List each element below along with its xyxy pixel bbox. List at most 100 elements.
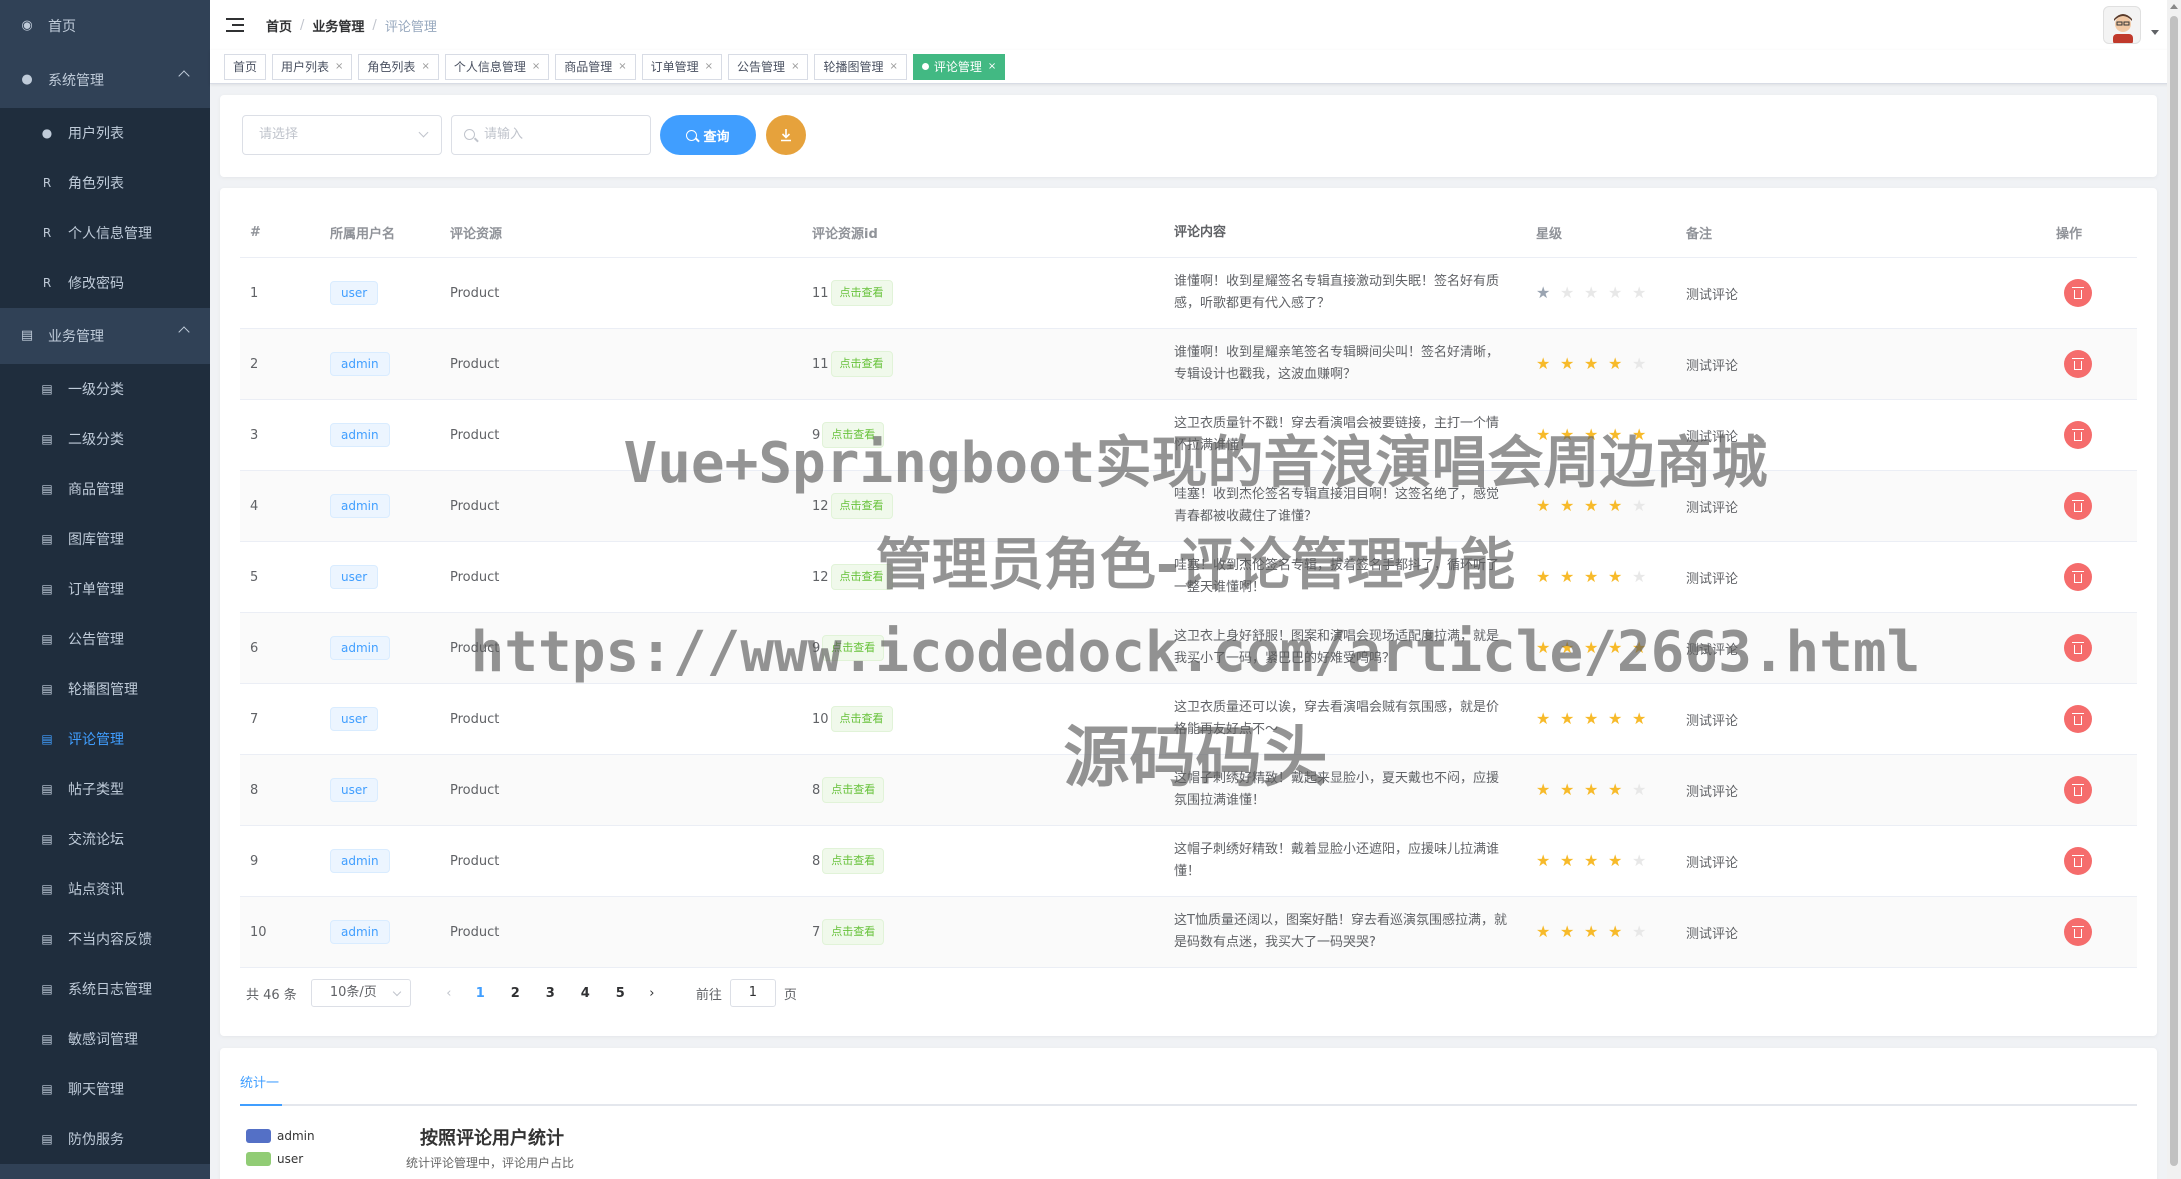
view-link[interactable]: 点击查看: [822, 919, 885, 945]
sidebar-item-business-13[interactable]: ▤ 敏感词管理: [0, 1014, 210, 1064]
page-number[interactable]: 5: [603, 986, 638, 1001]
sidebar-item-system-0[interactable]: ● 用户列表: [0, 108, 210, 158]
query-button[interactable]: 查询: [660, 115, 756, 155]
avatar[interactable]: [2103, 6, 2141, 44]
delete-button[interactable]: [2064, 563, 2092, 591]
page-scrollbar[interactable]: [2167, 0, 2181, 1179]
close-icon[interactable]: ×: [791, 55, 799, 79]
sidebar-item-business-7[interactable]: ▤ 评论管理: [0, 714, 210, 764]
sidebar-item-home[interactable]: ◉ 首页: [0, 0, 210, 52]
sidebar-item-business-8[interactable]: ▤ 帖子类型: [0, 764, 210, 814]
delete-button[interactable]: [2064, 421, 2092, 449]
sidebar-item-system-1[interactable]: R 角色列表: [0, 158, 210, 208]
view-link[interactable]: 点击查看: [830, 564, 893, 590]
close-icon[interactable]: ×: [889, 55, 897, 79]
hamburger-icon[interactable]: [226, 18, 244, 32]
sidebar-item-business-6[interactable]: ▤ 轮播图管理: [0, 664, 210, 714]
category-select[interactable]: 请选择: [242, 115, 442, 155]
close-icon[interactable]: ×: [532, 55, 540, 79]
scrollbar-thumb[interactable]: [2170, 16, 2178, 1166]
delete-button[interactable]: [2064, 776, 2092, 804]
sidebar-item-system-2[interactable]: R 个人信息管理: [0, 208, 210, 258]
close-icon[interactable]: ×: [421, 55, 429, 79]
sidebar-item-business-4[interactable]: ▤ 订单管理: [0, 564, 210, 614]
sidebar-item-system-3[interactable]: R 修改密码: [0, 258, 210, 308]
tab-stats-1[interactable]: 统计一: [240, 1072, 279, 1091]
tab-tag[interactable]: 个人信息管理 ×: [444, 53, 550, 80]
search-input[interactable]: 请输入: [451, 115, 651, 155]
goto-input[interactable]: 1: [729, 979, 776, 1007]
star-icon: ★: [1632, 638, 1647, 657]
star-icon: ★: [1632, 567, 1647, 586]
view-link[interactable]: 点击查看: [822, 777, 885, 803]
star-icon: ★: [1536, 638, 1551, 657]
table-row: 4 admin Product 12 点击查看 哇塞！收到杰伦签名专辑直接泪目啊！这签名绝…: [240, 471, 2137, 542]
sidebar-item-business-11[interactable]: ▤ 不当内容反馈: [0, 914, 210, 964]
view-link[interactable]: 点击查看: [822, 422, 885, 448]
delete-button[interactable]: [2064, 705, 2092, 733]
sidebar-item-business-10[interactable]: ▤ 站点资讯: [0, 864, 210, 914]
download-button[interactable]: [766, 115, 806, 155]
scroll-up-icon[interactable]: [2170, 4, 2178, 9]
row-user-cell: admin: [320, 920, 440, 944]
close-icon[interactable]: ×: [705, 55, 713, 79]
row-resource-id-cell: 11 点击查看: [802, 280, 1164, 306]
delete-button[interactable]: [2064, 847, 2092, 875]
sidebar-item-business-0[interactable]: ▤ 一级分类: [0, 364, 210, 414]
user-tag: admin: [330, 849, 390, 873]
delete-button[interactable]: [2064, 918, 2092, 946]
page-number[interactable]: 4: [568, 986, 603, 1001]
sidebar-item-business-12[interactable]: ▤ 系统日志管理: [0, 964, 210, 1014]
delete-button[interactable]: [2064, 350, 2092, 378]
sidebar-item-business-14[interactable]: ▤ 聊天管理: [0, 1064, 210, 1114]
close-icon[interactable]: ×: [335, 55, 343, 79]
delete-button[interactable]: [2064, 492, 2092, 520]
view-link[interactable]: 点击查看: [830, 706, 893, 732]
view-link[interactable]: 点击查看: [830, 280, 893, 306]
sidebar-item-label: 图库管理: [68, 532, 124, 548]
star-icon: ★: [1632, 851, 1647, 870]
sidebar-item-label: 防伪服务: [68, 1132, 124, 1148]
tab-tag[interactable]: 订单管理 ×: [641, 53, 723, 80]
page-number[interactable]: 2: [498, 986, 533, 1001]
navbar: 首页 / 业务管理 / 评论管理: [210, 0, 2181, 50]
tab-tag[interactable]: 用户列表 ×: [272, 53, 353, 80]
legend-label: admin: [277, 1128, 315, 1143]
legend-item[interactable]: admin: [246, 1124, 315, 1147]
row-user-cell: user: [320, 565, 440, 589]
delete-button[interactable]: [2064, 634, 2092, 662]
row-resource: Product: [450, 711, 500, 727]
page-number[interactable]: 3: [533, 986, 568, 1001]
tab-tag[interactable]: 轮播图管理 ×: [814, 53, 907, 80]
prev-page-icon[interactable]: ‹: [435, 986, 463, 1001]
sidebar-item-business-9[interactable]: ▤ 交流论坛: [0, 814, 210, 864]
tab-tag[interactable]: 首页: [224, 53, 267, 80]
page-number[interactable]: 1: [463, 986, 498, 1001]
sidebar-menu-system[interactable]: ● 系统管理: [0, 52, 210, 108]
star-rating: ★ ★ ★ ★ ★: [1526, 427, 1676, 443]
sidebar-item-business-5[interactable]: ▤ 公告管理: [0, 614, 210, 664]
sidebar-item-business-2[interactable]: ▤ 商品管理: [0, 464, 210, 514]
next-page-icon[interactable]: ›: [638, 986, 666, 1001]
view-link[interactable]: 点击查看: [822, 848, 885, 874]
caret-down-icon[interactable]: [2151, 30, 2159, 35]
tab-tag[interactable]: 角色列表 ×: [358, 53, 439, 80]
tab-tag[interactable]: 评论管理 ×: [912, 53, 1006, 80]
sidebar-item-business-1[interactable]: ▤ 二级分类: [0, 414, 210, 464]
tab-tag[interactable]: 公告管理 ×: [728, 53, 809, 80]
view-link[interactable]: 点击查看: [822, 635, 885, 661]
sidebar-item-business-3[interactable]: ▤ 图库管理: [0, 514, 210, 564]
legend-item[interactable]: user: [246, 1147, 315, 1170]
delete-button[interactable]: [2064, 279, 2092, 307]
user-tag: user: [330, 707, 379, 731]
tab-tag[interactable]: 商品管理 ×: [555, 53, 636, 80]
view-link[interactable]: 点击查看: [830, 351, 893, 377]
sidebar-menu-business[interactable]: ▤ 业务管理: [0, 308, 210, 364]
close-icon[interactable]: ×: [618, 55, 626, 79]
breadcrumb-item[interactable]: 首页: [266, 16, 292, 35]
sidebar-item-business-15[interactable]: ▤ 防伪服务: [0, 1114, 210, 1164]
view-link[interactable]: 点击查看: [830, 493, 893, 519]
close-icon[interactable]: ×: [988, 55, 996, 79]
tag-label: 公告管理: [737, 59, 786, 74]
page-size-select[interactable]: 10条/页: [310, 979, 411, 1007]
